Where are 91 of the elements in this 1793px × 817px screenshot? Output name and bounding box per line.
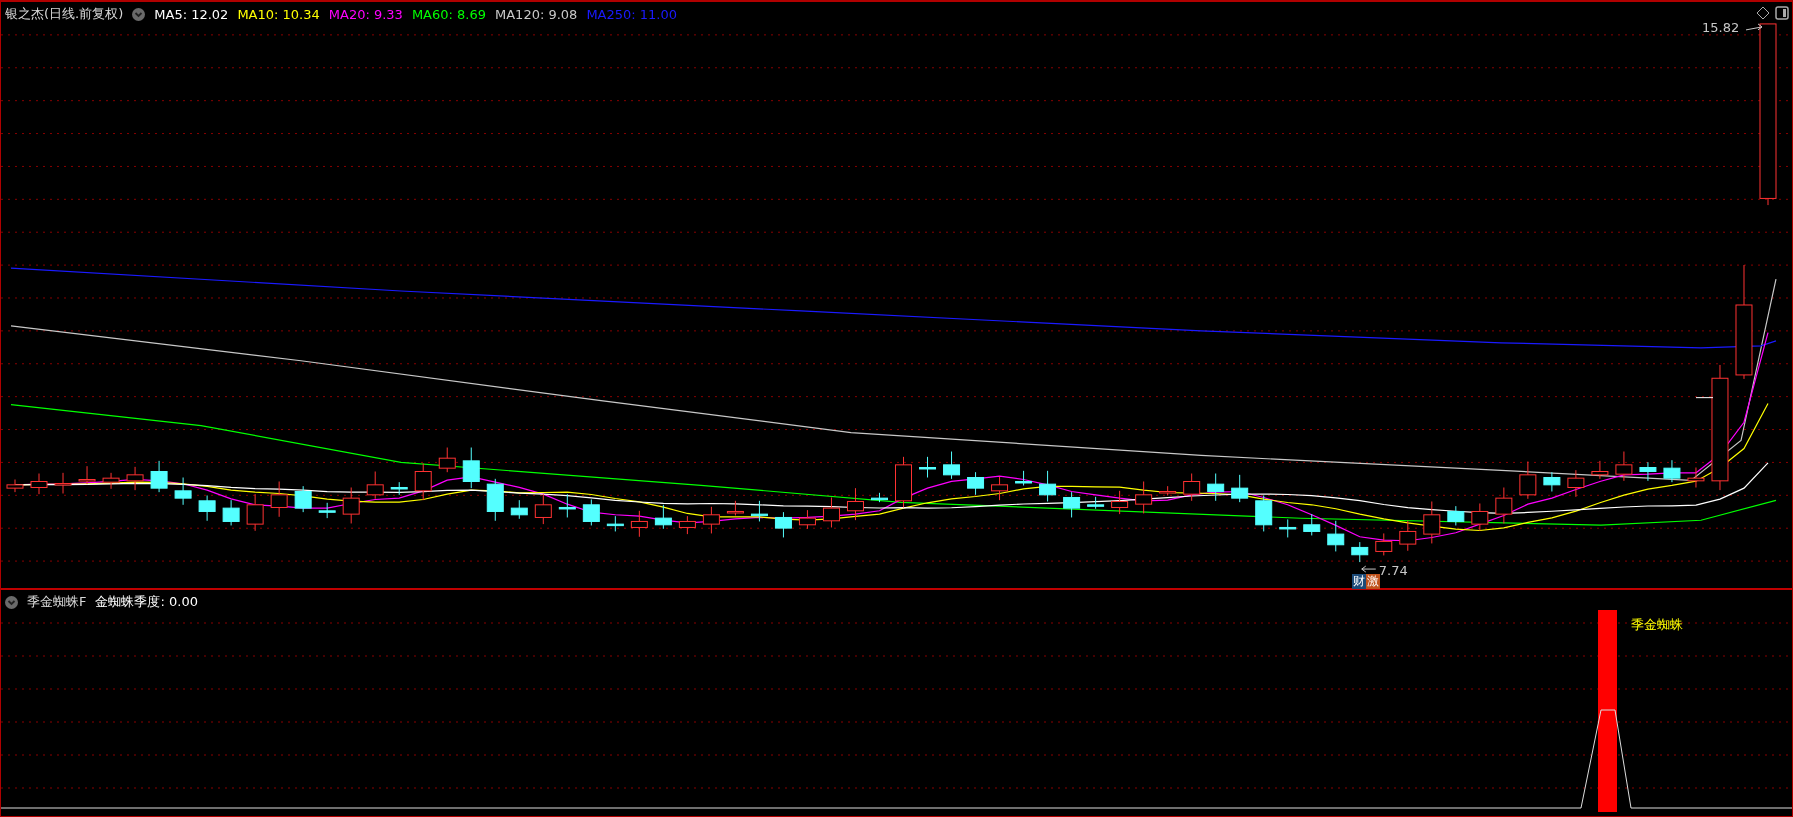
candlestick [30,473,48,495]
candlestick [1495,487,1513,524]
candlestick [1327,520,1345,552]
diamond-icon[interactable] [1756,6,1770,20]
arrow-icon [1361,565,1377,573]
candlestick [1111,490,1129,515]
candlestick [1375,532,1393,556]
candlestick [150,460,168,493]
candlestick [1135,481,1153,514]
candlestick [1519,461,1537,500]
candlestick [1207,473,1225,502]
candlestick [1663,459,1681,483]
candlestick [246,493,264,532]
candlestick [798,509,816,530]
candlestick [486,478,504,522]
candlestick [1399,520,1417,552]
candlestick [630,510,648,538]
panel-toggle-icon[interactable] [1775,6,1789,20]
candlestick [895,456,912,508]
candlestick [1423,501,1441,544]
event-badge[interactable]: 财 [1351,574,1366,589]
signal-label: 季金蜘蛛 [1631,616,1683,634]
candlestick [1351,541,1369,563]
moving-average-label: MA60: 8.69 [411,6,486,22]
moving-average-label: MA5: 12.02 [154,6,229,22]
candlestick [510,499,528,520]
dropdown-toggle-icon[interactable] [5,595,18,609]
candlestick [606,515,624,532]
candlestick [414,463,432,501]
candlestick [1471,503,1489,532]
candlestick [991,476,1009,501]
candlestick [54,472,72,494]
indicator-name: 季金蜘蛛F [27,593,87,611]
candlestick [558,493,576,518]
candlestick [678,515,696,535]
candlestick [198,495,216,522]
candlestick [1063,491,1081,518]
candlestick [943,451,961,480]
candlestick [1543,471,1561,492]
candlestick [582,499,600,526]
candlestick [270,481,288,518]
candlestick [822,497,840,528]
candlestick [726,500,744,516]
candlestick [342,487,360,524]
candlestick [6,479,24,493]
candlestick [1255,495,1273,532]
price-tick [1695,397,1714,399]
candlestick [1015,470,1033,486]
candlestick [126,466,144,491]
candlestick [1687,467,1705,488]
arrow-icon [1745,23,1763,31]
candlestick [774,511,792,538]
low-price-label: 7.74 [1378,563,1408,578]
chart-title: 银之杰(日线.前复权) [5,5,124,23]
candlestick [871,492,888,503]
candlestick [967,471,985,496]
indicator-value: 金蜘蛛季度: 0.00 [95,593,198,611]
candlestick [366,471,384,500]
candlestick [438,447,456,473]
candlestick [1447,505,1465,526]
candlestick [1303,513,1321,536]
moving-average-label: MA20: 9.33 [328,6,403,22]
candlestick [174,477,192,506]
candlestick [294,485,312,513]
candlestick [847,487,864,521]
candlestick [102,472,120,490]
candlestick [1591,460,1609,480]
candlestick [1183,473,1201,502]
candlestick [1159,485,1177,496]
moving-average-label: MA120: 9.08 [495,6,578,22]
candlestick [919,456,936,478]
candlestick [1639,461,1657,482]
candlestick [390,481,408,496]
moving-average-label: MA250: 11.00 [586,6,678,22]
candlestick [462,447,480,489]
candlestick [1279,518,1297,538]
candlestick [1087,496,1105,510]
dropdown-toggle-icon[interactable] [132,7,146,21]
candlestick [654,504,672,530]
candlestick [534,493,552,525]
high-price-label: 15.82 [1702,20,1740,35]
candlestick [78,465,96,485]
candlestick [1615,451,1633,482]
moving-average-label: MA10: 10.34 [237,6,320,22]
candlestick [1039,470,1057,502]
candlestick [222,499,240,526]
candlestick [702,506,720,534]
candlestick [1231,474,1249,503]
candlestick [318,502,336,519]
candlestick [1567,469,1585,498]
candlestick [750,500,768,522]
